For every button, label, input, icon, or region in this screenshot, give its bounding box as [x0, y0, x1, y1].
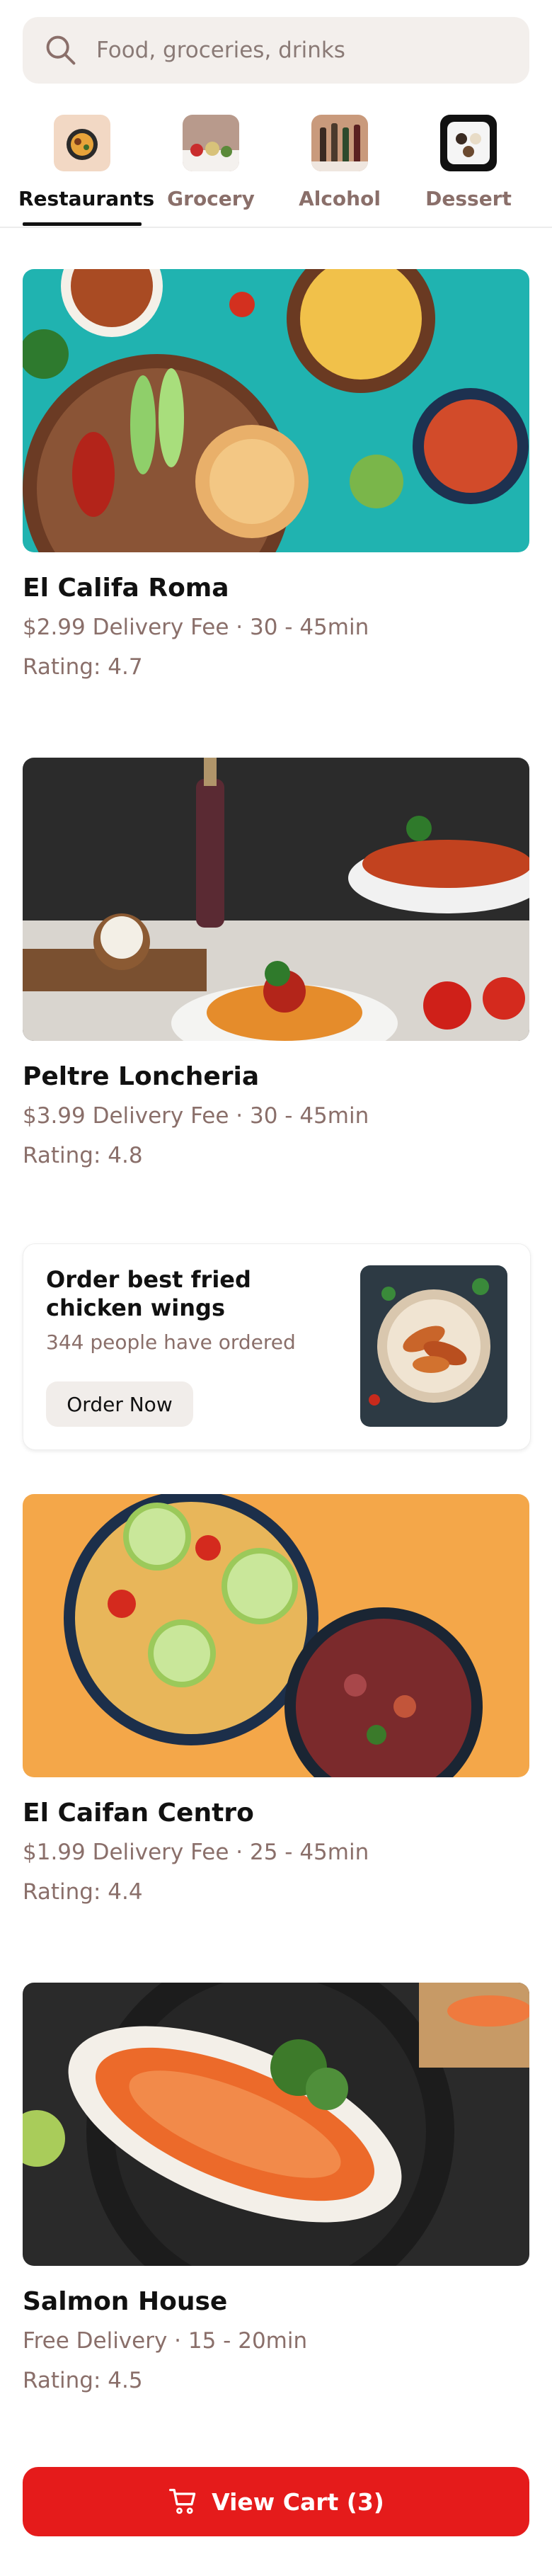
tab-label: Grocery	[167, 187, 255, 210]
tab-alcohol[interactable]: Alcohol	[276, 115, 403, 210]
promo-title: Order best fried chicken wings	[46, 1266, 251, 1321]
tab-grocery[interactable]: Grocery	[147, 115, 275, 210]
restaurant-rating: Rating: 4.8	[23, 1143, 143, 1168]
dessert-thumb-icon	[440, 115, 497, 171]
restaurant-name[interactable]: El Caifan Centro	[23, 1799, 254, 1828]
restaurant-meta: $1.99 Delivery Fee · 25 - 45min	[23, 1840, 369, 1865]
restaurant-image[interactable]	[23, 1983, 529, 2266]
cart-label: View Cart (3)	[212, 2487, 384, 2516]
restaurant-meta: $2.99 Delivery Fee · 30 - 45min	[23, 615, 369, 640]
cart-icon	[169, 2488, 196, 2514]
view-cart-button[interactable]: View Cart (3)	[23, 2467, 529, 2536]
promo-image	[360, 1265, 507, 1427]
divider	[0, 227, 552, 228]
tab-label: Alcohol	[299, 187, 381, 210]
restaurant-meta: $3.99 Delivery Fee · 30 - 45min	[23, 1103, 369, 1129]
search-input[interactable]: Food, groceries, drinks	[96, 38, 345, 63]
restaurant-name[interactable]: Peltre Loncheria	[23, 1062, 259, 1091]
category-tabs: Restaurants Grocery Alcohol Dessert	[0, 115, 552, 228]
restaurant-rating: Rating: 4.5	[23, 2368, 143, 2393]
restaurant-image[interactable]	[23, 758, 529, 1041]
order-now-button[interactable]: Order Now	[46, 1381, 193, 1427]
restaurant-name[interactable]: El Califa Roma	[23, 574, 229, 603]
tab-dessert[interactable]: Dessert	[405, 115, 532, 210]
search-bar[interactable]: Food, groceries, drinks	[23, 17, 529, 84]
search-icon	[46, 35, 76, 65]
restaurant-rating: Rating: 4.7	[23, 654, 143, 680]
restaurant-rating: Rating: 4.4	[23, 1879, 143, 1905]
restaurant-meta: Free Delivery · 15 - 20min	[23, 2328, 308, 2354]
active-tab-indicator	[23, 222, 142, 226]
restaurant-thumb-icon	[54, 115, 110, 171]
grocery-thumb-icon	[183, 115, 239, 171]
tab-label: Restaurants	[18, 187, 155, 210]
restaurant-image[interactable]	[23, 1494, 529, 1777]
alcohol-thumb-icon	[311, 115, 368, 171]
promo-subtitle: 344 people have ordered	[46, 1330, 296, 1354]
restaurant-name[interactable]: Salmon House	[23, 2287, 227, 2316]
tab-restaurants[interactable]: Restaurants	[18, 115, 155, 210]
tab-label: Dessert	[425, 187, 512, 210]
promo-card[interactable]: Order best fried chicken wings 344 peopl…	[23, 1243, 531, 1450]
restaurant-image[interactable]	[23, 269, 529, 552]
